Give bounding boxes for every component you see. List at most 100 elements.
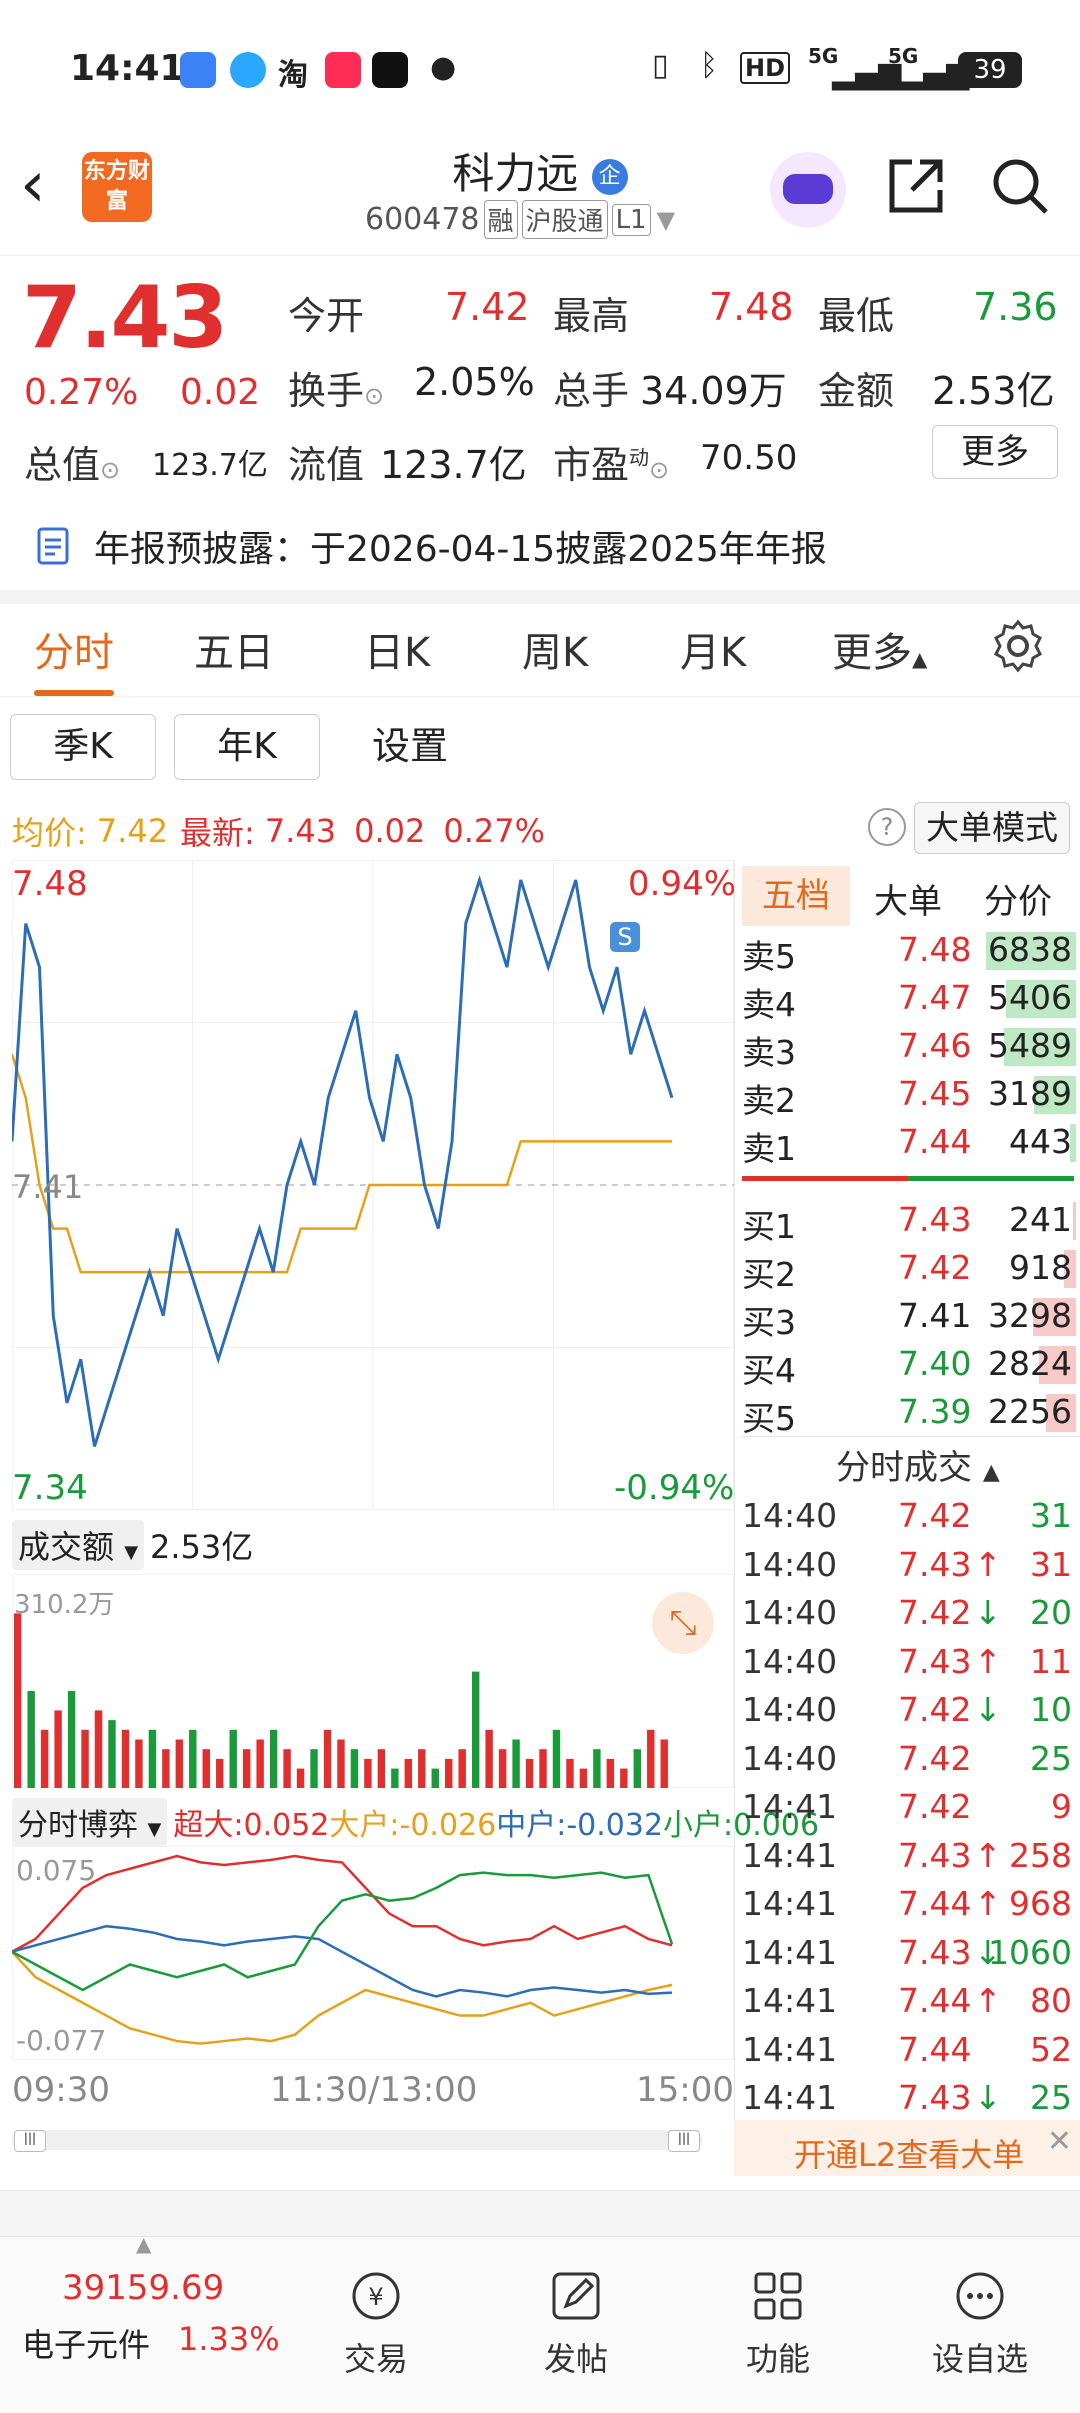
tick-row: 14:41 7.44 52 [742, 2026, 1076, 2075]
bid-price: 7.40 [898, 1344, 972, 1383]
level-dropdown-icon[interactable]: ▼ [657, 206, 675, 234]
nav-add-watchlist[interactable]: 设自选 [900, 2268, 1060, 2380]
ask-price: 7.44 [898, 1122, 972, 1161]
ask-row[interactable]: 卖3 7.46 5489 [742, 1022, 1076, 1072]
ask-row[interactable]: 卖2 7.45 3189 [742, 1070, 1076, 1120]
scroll-handle-left[interactable]: ||| [14, 2130, 46, 2152]
edit-icon [552, 2272, 600, 2320]
close-icon[interactable]: ✕ [1047, 2124, 1072, 2159]
ticks-list: 14:40 7.42 31 14:40 7.43 ↑ 31 14:40 7.42 ↓ 20 14:40… [742, 1492, 1076, 2123]
tab-5day[interactable]: 五日 [194, 620, 274, 678]
index-pct[interactable]: 1.33% [178, 2320, 280, 2358]
search-icon[interactable] [988, 154, 1052, 218]
yearly-k-button[interactable]: 年K [174, 714, 320, 780]
tab-intraday[interactable]: 分时 [34, 620, 114, 696]
tick-volume: 1060 [988, 1932, 1072, 1972]
bid-row[interactable]: 买3 7.41 3298 [742, 1292, 1076, 1342]
ask-row[interactable]: 卖5 7.48 6838 [742, 926, 1076, 976]
nav-trade[interactable]: ¥ 交易 [296, 2268, 456, 2380]
index-value[interactable]: 39159.69 [62, 2268, 224, 2308]
tick-row: 14:40 7.42 31 [742, 1492, 1076, 1541]
tick-price: 7.42 [898, 1593, 972, 1632]
status-bar: 14:41 淘 ● ▯ ᛒ HD 5G ▂▄▆ 5G ▂▄▆ 39 [0, 0, 1080, 140]
scroll-handle-right[interactable]: ||| [668, 2130, 700, 2152]
axis-top-pct: 0.94% [628, 864, 737, 904]
volume-bar [108, 1720, 116, 1788]
assistant-avatar[interactable] [770, 152, 846, 228]
tick-time: 14:41 [742, 2078, 838, 2117]
share-icon[interactable] [884, 154, 948, 218]
tick-arrow: ↓ [974, 1690, 1002, 1729]
volume-bar [364, 1758, 372, 1788]
panel-divider [734, 860, 735, 2150]
ask-volume: 3189 [988, 1074, 1072, 1113]
volume-bar [525, 1758, 534, 1788]
tick-time: 14:40 [742, 1690, 838, 1729]
app-icon-2 [230, 52, 266, 88]
time-mid: 11:30/13:00 [270, 2070, 478, 2110]
pe-value: 70.50 [700, 438, 798, 478]
orderbook-tab-5level[interactable]: 五档 [742, 866, 850, 926]
volume-value: 34.09万 [640, 369, 787, 413]
annual-report-notice[interactable]: 年报预披露：于2026-04-15披露2025年年报 [36, 520, 827, 572]
grid-icon [754, 2272, 802, 2320]
expand-icon[interactable]: ⤡ [652, 1592, 714, 1654]
intraday-chart[interactable] [12, 860, 734, 1510]
bid-label: 买1 [742, 1207, 796, 1246]
collapse-arrow-icon[interactable]: ▲ [136, 2232, 151, 2256]
nav-functions[interactable]: 功能 [698, 2268, 858, 2380]
volume-selector[interactable]: 成交额 ▼ [12, 1520, 145, 1570]
bid-row[interactable]: 买5 7.39 2256 [742, 1388, 1076, 1438]
help-icon[interactable]: ? [868, 808, 906, 846]
chart-settings-link[interactable]: 设置 [372, 714, 448, 778]
volume-bar [67, 1691, 76, 1788]
axis-top-price: 7.48 [12, 864, 88, 904]
flow-header: 分时博弈 ▼ 超大:0.052 大户:-0.026 中户:-0.032 小户:0… [12, 1798, 819, 1846]
bluetooth-icon: ᛒ [700, 48, 718, 83]
float-label: 流值 [288, 443, 365, 487]
app-icon-1 [180, 52, 216, 88]
comment-strip[interactable] [0, 2190, 1080, 2237]
tick-row: 14:40 7.43 ↑ 31 [742, 1541, 1076, 1590]
flow-line-small [12, 1871, 674, 1992]
open-label: 今开 [288, 294, 365, 338]
tab-more[interactable]: 更多▲ [832, 620, 927, 678]
nav-post[interactable]: 发帖 [496, 2268, 656, 2380]
pe-label: 市盈动⊙ [553, 443, 670, 487]
chart-scrollbar[interactable]: ||| ||| [12, 2130, 702, 2152]
index-name[interactable]: 电子元件 [22, 2320, 150, 2366]
volume-bar [242, 1749, 251, 1788]
volume-bar [458, 1749, 466, 1788]
tab-weekly-k[interactable]: 周K [522, 620, 588, 678]
current-price: 7.43 [22, 268, 228, 368]
bid-row[interactable]: 买1 7.43 241 [742, 1196, 1076, 1246]
tick-volume: 968 [1009, 1884, 1072, 1923]
tick-price: 7.42 [898, 1738, 972, 1778]
float-value: 123.7亿 [380, 443, 527, 487]
big-order-mode-button[interactable]: 大单模式 [914, 802, 1070, 854]
orderbook-tab-price[interactable]: 分价 [984, 874, 1052, 923]
more-button[interactable]: 更多 [932, 425, 1058, 479]
bid-row[interactable]: 买4 7.40 2824 [742, 1340, 1076, 1390]
change-value: 0.02 [180, 372, 261, 413]
signal-marker[interactable]: S [610, 922, 640, 952]
l2-banner[interactable]: 开通L2查看大单 ✕ [734, 2120, 1080, 2176]
bid-row[interactable]: 买2 7.42 918 [742, 1244, 1076, 1294]
ticks-header[interactable]: 分时成交 ▲ [836, 1440, 1000, 1489]
ask-row[interactable]: 卖4 7.47 5406 [742, 974, 1076, 1024]
flow-selector[interactable]: 分时博弈 ▼ [12, 1798, 168, 1846]
volume-max: 310.2万 [14, 1590, 115, 1620]
tick-time: 14:41 [742, 1835, 838, 1875]
tiktok-icon [372, 52, 408, 88]
tick-volume: 31 [1030, 1496, 1072, 1535]
tab-daily-k[interactable]: 日K [364, 620, 430, 678]
volume-bar [202, 1749, 210, 1788]
tick-row: 14:41 7.43 ↓ 25 [742, 2074, 1076, 2123]
quarterly-k-button[interactable]: 季K [10, 714, 156, 780]
tab-monthly-k[interactable]: 月K [680, 620, 746, 678]
settings-gear-icon[interactable] [990, 618, 1046, 674]
ask-row[interactable]: 卖1 7.44 443 [742, 1118, 1076, 1168]
tick-time: 14:41 [742, 1981, 838, 2020]
ask-price: 7.48 [898, 930, 972, 969]
orderbook-tab-bigorder[interactable]: 大单 [874, 874, 942, 923]
